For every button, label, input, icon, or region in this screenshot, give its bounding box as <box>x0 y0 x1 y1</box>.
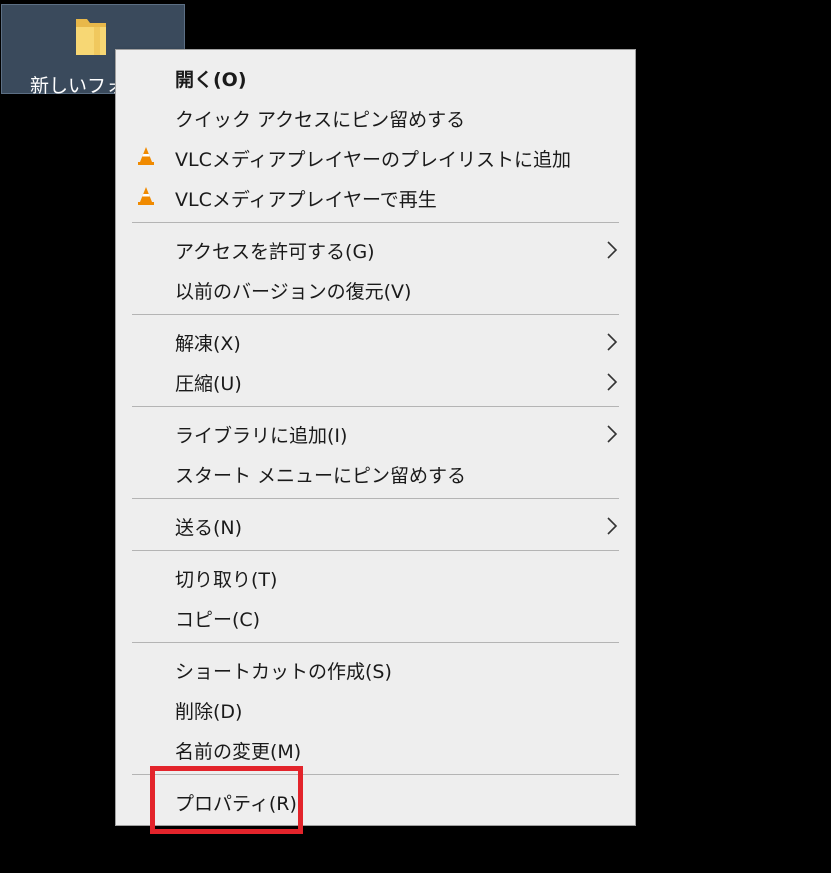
chevron-right-icon <box>607 373 618 391</box>
menu-item-vlc-play[interactable]: VLCメディアプレイヤーで再生 <box>116 178 635 218</box>
menu-item-label: スタート メニューにピン留めする <box>175 465 467 487</box>
menu-item-copy[interactable]: コピー(C) <box>116 598 635 638</box>
menu-item-label: 圧縮(U) <box>175 373 242 395</box>
vlc-cone-icon <box>138 147 154 165</box>
menu-item-cut[interactable]: 切り取り(T) <box>116 558 635 598</box>
menu-item-create-shortcut[interactable]: ショートカットの作成(S) <box>116 650 635 690</box>
menu-item-label: 送る(N) <box>175 517 243 539</box>
menu-item-rename[interactable]: 名前の変更(M) <box>116 730 635 770</box>
chevron-right-icon <box>607 425 618 443</box>
menu-item-label: ショートカットの作成(S) <box>175 661 392 683</box>
menu-item-label: アクセスを許可する(G) <box>175 241 375 263</box>
menu-separator <box>132 222 619 223</box>
menu-item-label: 以前のバージョンの復元(V) <box>175 281 412 303</box>
menu-separator <box>132 314 619 315</box>
menu-item-pin-quick-access[interactable]: クイック アクセスにピン留めする <box>116 98 635 138</box>
chevron-right-icon <box>607 517 618 535</box>
menu-item-label: 名前の変更(M) <box>175 741 302 763</box>
menu-item-vlc-add-playlist[interactable]: VLCメディアプレイヤーのプレイリストに追加 <box>116 138 635 178</box>
menu-item-give-access[interactable]: アクセスを許可する(G) <box>116 230 635 270</box>
menu-item-label: 切り取り(T) <box>175 569 278 591</box>
menu-item-open[interactable]: 開く(O) <box>116 58 635 98</box>
menu-item-compress[interactable]: 圧縮(U) <box>116 362 635 402</box>
menu-item-label: VLCメディアプレイヤーで再生 <box>175 189 437 211</box>
chevron-right-icon <box>607 333 618 351</box>
menu-item-extract[interactable]: 解凍(X) <box>116 322 635 362</box>
menu-item-pin-to-start[interactable]: スタート メニューにピン留めする <box>116 454 635 494</box>
menu-separator <box>132 498 619 499</box>
context-menu: 開く(O) クイック アクセスにピン留めする VLCメディアプレイヤーのプレイリ… <box>115 49 636 826</box>
menu-item-label: クイック アクセスにピン留めする <box>175 109 466 131</box>
menu-separator <box>132 642 619 643</box>
menu-item-label: 削除(D) <box>175 701 243 723</box>
vlc-cone-icon <box>138 187 154 205</box>
menu-item-send-to[interactable]: 送る(N) <box>116 506 635 546</box>
menu-item-restore-previous-versions[interactable]: 以前のバージョンの復元(V) <box>116 270 635 310</box>
menu-item-label: ライブラリに追加(I) <box>175 425 348 447</box>
menu-item-label: コピー(C) <box>175 609 261 631</box>
menu-item-delete[interactable]: 削除(D) <box>116 690 635 730</box>
menu-item-label: VLCメディアプレイヤーのプレイリストに追加 <box>175 149 571 171</box>
menu-item-label: 開く(O) <box>175 69 247 91</box>
menu-item-add-to-library[interactable]: ライブラリに追加(I) <box>116 414 635 454</box>
highlight-annotation-box <box>150 766 303 834</box>
menu-separator <box>132 550 619 551</box>
desktop: 新しいフォル 開く(O) クイック アクセスにピン留めする VLCメディアプレイ… <box>0 0 831 873</box>
folder-icon <box>76 19 106 55</box>
menu-item-label: 解凍(X) <box>175 333 241 355</box>
chevron-right-icon <box>607 241 618 259</box>
menu-separator <box>132 406 619 407</box>
